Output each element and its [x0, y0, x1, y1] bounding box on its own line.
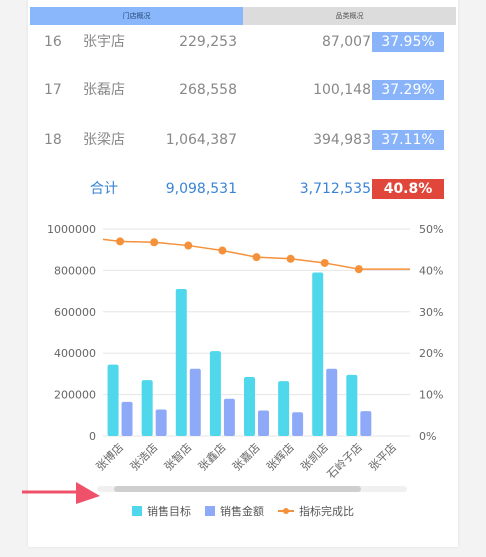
y-right-tick-label: 10%	[419, 389, 443, 402]
x-tick-label: 张嘉店	[229, 440, 262, 473]
store-ranking-card: 门店概况 品类概况 16 张宇店 229,253 87,007 37.95% 1…	[28, 0, 458, 547]
y-right-tick-label: 20%	[419, 347, 443, 360]
legend-swatch	[132, 506, 142, 516]
bar-sales-amount	[292, 412, 304, 436]
x-tick-label: 张博店	[93, 440, 126, 473]
legend-item-amount[interactable]: 销售金额	[205, 503, 264, 519]
y-left-tick-label: 0	[89, 430, 96, 443]
bar-sales-amount	[258, 410, 269, 436]
legend-label: 销售目标	[147, 505, 191, 518]
arrow-annotation-icon	[22, 482, 100, 504]
legend-label: 指标完成比	[299, 505, 354, 518]
bar-sales-amount	[360, 411, 372, 436]
bar-sales-amount	[326, 368, 338, 436]
legend-swatch	[278, 506, 294, 516]
x-tick-label: 张鑫店	[195, 440, 228, 473]
bar-sales-target	[346, 374, 358, 436]
completion-ratio-point	[184, 241, 193, 250]
bar-sales-amount	[155, 409, 167, 436]
y-left-tick-label: 200000	[54, 389, 96, 402]
x-tick-label: 石岭子店	[324, 440, 365, 481]
bar-sales-amount	[121, 401, 133, 436]
x-tick-label: 张智店	[161, 440, 194, 473]
x-tick-label: 张浩店	[127, 440, 160, 473]
bar-sales-target	[312, 272, 324, 436]
x-tick-label: 张平店	[366, 440, 399, 473]
legend-swatch	[205, 506, 215, 516]
completion-ratio-point	[320, 258, 329, 267]
y-left-tick-label: 800000	[54, 264, 96, 277]
completion-ratio-point	[252, 253, 261, 262]
y-left-tick-label: 1000000	[47, 223, 96, 236]
completion-ratio-point	[354, 265, 363, 274]
completion-ratio-point	[218, 246, 227, 255]
bar-sales-target	[107, 364, 119, 436]
y-left-tick-label: 400000	[54, 347, 96, 360]
bar-sales-target	[141, 380, 153, 436]
bar-sales-amount	[189, 368, 201, 436]
y-right-tick-label: 0%	[419, 430, 436, 443]
y-left-tick-label: 600000	[54, 306, 96, 319]
y-right-tick-label: 50%	[419, 223, 443, 236]
x-tick-label: 张辉店	[263, 440, 296, 473]
bar-sales-target	[209, 351, 221, 436]
legend-item-target[interactable]: 销售目标	[132, 503, 191, 519]
sales-chart: 1000000 50% 800000 40% 600000 30% 400000 20% 200…	[47, 223, 443, 481]
bar-sales-target	[244, 377, 255, 436]
legend-item-ratio[interactable]: 指标完成比	[278, 503, 354, 519]
bar-sales-target	[278, 381, 290, 436]
legend-label: 销售金额	[220, 505, 264, 518]
y-right-tick-label: 40%	[419, 264, 443, 277]
y-right-tick-label: 30%	[419, 306, 443, 319]
chart-scrollbar-thumb[interactable]	[114, 486, 361, 492]
completion-ratio-point	[150, 238, 159, 247]
completion-ratio-point	[116, 237, 125, 246]
completion-ratio-point	[286, 254, 295, 263]
x-tick-label: 张凯店	[298, 440, 331, 473]
bar-sales-amount	[223, 398, 235, 436]
bar-sales-target	[175, 289, 187, 436]
